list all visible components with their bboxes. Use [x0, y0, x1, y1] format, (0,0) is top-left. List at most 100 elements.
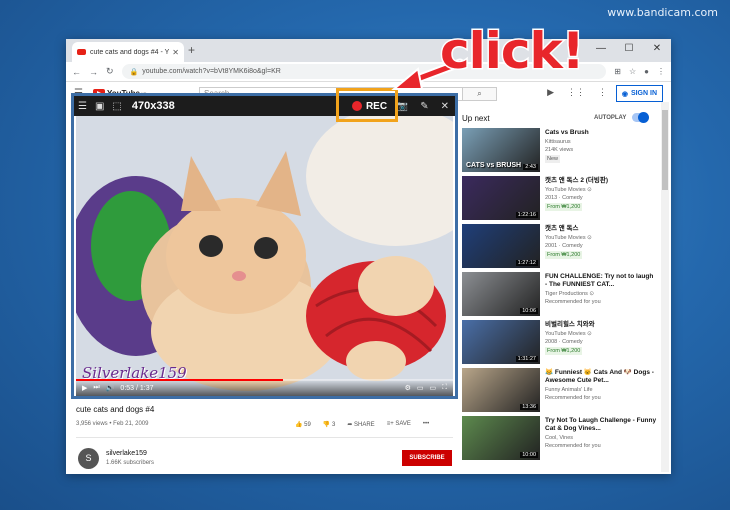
- video-title: cute cats and dogs #4: [76, 405, 155, 414]
- recommendation-channel: Tiger Productions ⊙: [545, 291, 595, 297]
- recommendation-badge: From ₩1,200: [545, 251, 583, 259]
- bandicam-menu-icon[interactable]: ☰: [78, 101, 87, 112]
- star-icon[interactable]: ☆: [629, 67, 636, 76]
- minimize-button[interactable]: —: [587, 39, 615, 62]
- sign-in-label: SIGN IN: [630, 90, 657, 97]
- recommendation-badge: From ₩1,200: [545, 203, 583, 211]
- close-icon[interactable]: ✕: [441, 101, 449, 112]
- select-area-icon[interactable]: ⬚: [112, 101, 121, 112]
- recommendation-title[interactable]: Try Not To Laugh Challenge - Funny Cat &…: [545, 417, 657, 433]
- lock-icon: 🔒: [129, 68, 139, 76]
- share-button[interactable]: ➦ SHARE: [347, 421, 374, 428]
- close-window-button[interactable]: ✕: [643, 39, 671, 62]
- recommendation-title[interactable]: FUN CHALLENGE: Try not to laugh - The FU…: [545, 273, 657, 289]
- save-button[interactable]: ≡+ SAVE: [387, 421, 411, 428]
- rec-highlight-box: [336, 88, 398, 122]
- recommendation-badge: New: [545, 155, 561, 163]
- recommendation-meta: 2001 · Comedy: [545, 243, 583, 249]
- subscribe-button[interactable]: SUBSCRIBE: [402, 450, 452, 466]
- like-count: 59: [304, 422, 311, 428]
- autoplay-toggle[interactable]: [632, 112, 649, 123]
- recommendation-channel: Kittisaurus: [545, 139, 571, 145]
- recommendation-title[interactable]: 😹 Funniest 🐱 Cats And 🐶 Dogs - Awesome C…: [545, 369, 657, 385]
- video-duration: 10:00: [520, 452, 538, 458]
- up-next-heading: Up next: [462, 114, 490, 123]
- recommendation-meta: 214K views: [545, 147, 574, 153]
- video-thumbnail[interactable]: 1:22:16: [462, 176, 540, 220]
- scrollbar[interactable]: [661, 102, 669, 472]
- apps-grid-icon[interactable]: ⋮⋮: [567, 87, 585, 98]
- sign-in-button[interactable]: ◉ SIGN IN: [615, 85, 663, 102]
- reload-icon[interactable]: ↻: [106, 66, 114, 77]
- search-button[interactable]: ⌕: [463, 87, 497, 101]
- recommendation-title[interactable]: 캣츠 앤 독스 2 (더빙판): [545, 177, 657, 185]
- translate-icon[interactable]: ⊞: [614, 67, 621, 76]
- video-duration: 1:22:16: [515, 212, 538, 218]
- thumbnail-caption: CATS vs BRUSH: [466, 162, 522, 169]
- video-duration: 1:31:27: [515, 356, 538, 362]
- video-thumbnail[interactable]: 1:31:27: [462, 320, 540, 364]
- recommendation-item[interactable]: 1:31:27 비벌리힐스 치와와 YouTube Movies ⊙ 2008 · C…: [462, 320, 657, 368]
- recommendation-channel: YouTube Movies ⊙: [545, 235, 592, 241]
- recommendation-item[interactable]: 10:06 FUN CHALLENGE: Try not to laugh - T…: [462, 272, 657, 320]
- header-icons: ▶ ⋮⋮ ⋮: [547, 87, 607, 98]
- recommendation-channel: Cool, Vines: [545, 435, 574, 441]
- bandicam-tools: 📷 ✎ ✕: [396, 96, 449, 116]
- browser-tab[interactable]: cute cats and dogs #4 - YouTu... ✕: [72, 42, 184, 62]
- channel-avatar[interactable]: S: [78, 448, 99, 469]
- recommendation-meta: 2013 · Comedy: [545, 195, 583, 201]
- recommendation-meta: Recommended for you: [545, 299, 601, 305]
- video-thumbnail[interactable]: 10:00: [462, 416, 540, 460]
- tab-title: cute cats and dogs #4 - YouTu...: [90, 48, 169, 56]
- video-thumbnail[interactable]: 13:36: [462, 368, 540, 412]
- recommendation-badge: From ₩1,200: [545, 347, 583, 355]
- recommendation-meta: Recommended for you: [545, 395, 601, 401]
- settings-dots-icon[interactable]: ⋮: [598, 87, 607, 98]
- recommendation-channel: YouTube Movies ⊙: [545, 331, 592, 337]
- watermark: www.bandicam.com: [607, 6, 718, 19]
- video-thumbnail[interactable]: 10:06: [462, 272, 540, 316]
- video-thumbnail[interactable]: CATS vs BRUSH 2:43: [462, 128, 540, 172]
- close-tab-icon[interactable]: ✕: [172, 48, 179, 57]
- window-controls: — ☐ ✕: [587, 39, 671, 62]
- extension-icons: ⊞ ☆ ● ⋮: [614, 67, 665, 76]
- forward-icon[interactable]: →: [89, 67, 98, 77]
- scrollbar-thumb[interactable]: [662, 110, 668, 190]
- video-thumbnail[interactable]: 1:27:12: [462, 224, 540, 268]
- more-actions-button[interactable]: •••: [423, 421, 429, 428]
- profile-icon[interactable]: ●: [644, 67, 649, 76]
- recommendation-item[interactable]: 10:00 Try Not To Laugh Challenge - Funny …: [462, 416, 657, 464]
- new-tab-button[interactable]: +: [188, 43, 195, 57]
- fullscreen-mode-icon[interactable]: ▣: [95, 101, 104, 112]
- recommendation-item[interactable]: 1:27:12 캣츠 앤 독스 YouTube Movies ⊙ 2001 · Com…: [462, 224, 657, 272]
- menu-icon[interactable]: ⋮: [657, 67, 665, 76]
- dislike-count: 3: [331, 422, 336, 428]
- recommendation-title[interactable]: 비벌리힐스 치와와: [545, 321, 657, 329]
- video-camera-icon[interactable]: ▶: [547, 87, 554, 98]
- bandicam-capture-frame[interactable]: ☰ ▣ ⬚ 470x338 REC 📷 ✎ ✕: [71, 93, 458, 399]
- video-meta: 3,956 views • Feb 21, 2009: [76, 421, 149, 427]
- maximize-button[interactable]: ☐: [615, 39, 643, 62]
- recommendation-meta: 2008 · Comedy: [545, 339, 583, 345]
- recommendation-item[interactable]: 1:22:16 캣츠 앤 독스 2 (더빙판) YouTube Movies ⊙ 20…: [462, 176, 657, 224]
- dislike-button[interactable]: 👎 3: [323, 421, 335, 428]
- divider: [76, 437, 453, 438]
- save-label: SAVE: [395, 421, 411, 427]
- capture-size: 470x338: [131, 100, 175, 112]
- video-actions: 👍 59 👎 3 ➦ SHARE ≡+ SAVE •••: [295, 421, 429, 428]
- video-duration: 2:43: [523, 164, 538, 170]
- pencil-icon[interactable]: ✎: [420, 101, 428, 112]
- recommendation-item[interactable]: CATS vs BRUSH 2:43 Cats vs Brush Kittisauru…: [462, 128, 657, 176]
- back-icon[interactable]: ←: [72, 67, 81, 77]
- recommendation-item[interactable]: 13:36 😹 Funniest 🐱 Cats And 🐶 Dogs - Awes…: [462, 368, 657, 416]
- channel-name[interactable]: silverlake159: [106, 450, 147, 457]
- video-duration: 13:36: [520, 404, 538, 410]
- video-duration: 10:06: [520, 308, 538, 314]
- like-button[interactable]: 👍 59: [295, 421, 311, 428]
- recommendation-title[interactable]: Cats vs Brush: [545, 129, 657, 137]
- url-text: youtube.com/watch?v=bVt8YMK6i8o&gl=KR: [142, 68, 281, 75]
- youtube-favicon-icon: [77, 49, 86, 55]
- share-label: SHARE: [354, 422, 375, 428]
- recommendation-title[interactable]: 캣츠 앤 독스: [545, 225, 657, 233]
- account-icon: ◉: [621, 90, 628, 98]
